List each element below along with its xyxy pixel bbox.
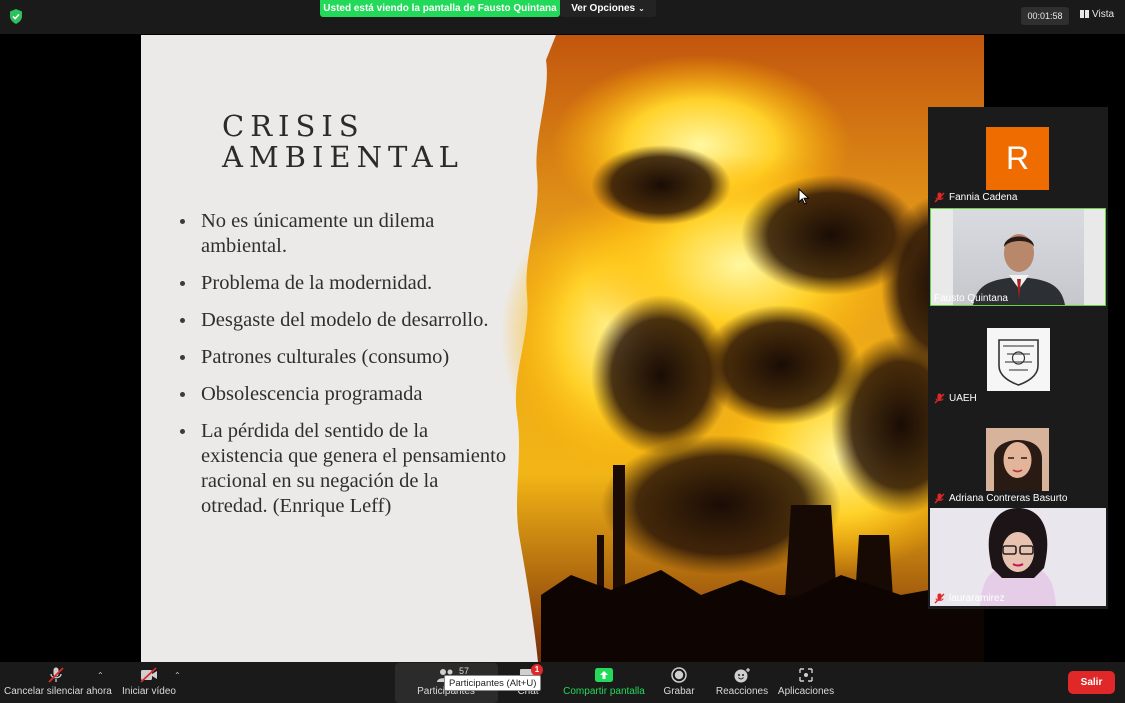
participant-name-text: Fannia Cadena: [949, 192, 1018, 203]
unmute-button[interactable]: Cancelar silenciar ahora: [4, 662, 112, 703]
slide-bullet-text: Obsolescencia programada: [201, 383, 423, 405]
bullet-dot-icon: [180, 392, 185, 397]
person-video-frame: [930, 508, 1106, 606]
participant-tile-active-speaker[interactable]: Fausto Quintana: [930, 208, 1106, 306]
slide-title: CRISIS AMBIENTAL: [222, 111, 552, 173]
slide-bullet-text: No es únicamente un dilema ambiental.: [201, 210, 435, 257]
avatar: R: [986, 127, 1049, 190]
profile-photo: [986, 428, 1049, 491]
mouse-pointer-icon: [798, 188, 810, 205]
participant-name-text: Fausto Quintana: [934, 293, 1008, 304]
participant-name-text: UAEH: [949, 393, 977, 404]
unmute-label: Cancelar silenciar ahora: [4, 686, 112, 697]
start-video-label: Iniciar vídeo: [122, 686, 176, 697]
share-screen-label: Compartir pantalla: [563, 686, 645, 697]
share-screen-button[interactable]: Compartir pantalla: [562, 662, 646, 703]
shared-screen: CRISIS AMBIENTAL No es únicamente un dil…: [141, 35, 984, 662]
share-screen-icon: [595, 668, 613, 682]
mic-muted-icon: [48, 667, 64, 683]
leave-meeting-button[interactable]: Salir: [1068, 671, 1115, 694]
apps-label: Aplicaciones: [777, 686, 835, 697]
chevron-up-icon[interactable]: ⌃: [174, 671, 181, 680]
participant-name: Fausto Quintana: [934, 293, 1008, 304]
view-button[interactable]: Vista: [1080, 9, 1114, 20]
participant-video: [930, 208, 1106, 306]
slide-title-line-1: CRISIS: [222, 109, 365, 143]
video-off-icon: [140, 667, 157, 683]
apps-button[interactable]: Aplicaciones: [776, 662, 836, 703]
record-icon: [671, 667, 687, 683]
participant-name: UAEH: [934, 393, 977, 404]
participant-name: Fannia Cadena: [934, 192, 1017, 203]
record-label: Grabar: [663, 686, 695, 697]
participant-name-text: lauraramirez: [949, 593, 1005, 604]
participant-name-text: Adriana Contreras Basurto: [949, 493, 1068, 504]
bullet-dot-icon: [180, 355, 185, 360]
participant-tile[interactable]: R Fannia Cadena: [930, 107, 1106, 205]
view-options-label: Ver Opciones: [571, 3, 636, 14]
start-video-button[interactable]: Iniciar vídeo: [118, 662, 180, 703]
reactions-label: Reacciones: [715, 686, 769, 697]
bullet-dot-icon: [180, 219, 185, 224]
bullet-dot-icon: [180, 429, 185, 434]
mic-muted-icon: [934, 493, 945, 504]
screen-share-banner: Usted está viendo la pantalla de Fausto …: [320, 0, 560, 17]
chevron-down-icon: ⌄: [638, 4, 645, 13]
bullet-dot-icon: [180, 318, 185, 323]
record-button[interactable]: Grabar: [660, 662, 698, 703]
meeting-timer: 00:01:58: [1021, 7, 1069, 25]
emoji-reaction-icon: [734, 668, 750, 683]
mic-muted-icon: [934, 593, 945, 604]
person-video-frame: [973, 234, 1065, 305]
slide-bullet-text: Problema de la modernidad.: [201, 272, 433, 294]
mic-muted-icon: [934, 393, 945, 404]
view-label: Vista: [1092, 9, 1115, 20]
mic-muted-icon: [934, 192, 945, 203]
view-options-button[interactable]: Ver Opciones ⌄: [560, 0, 656, 17]
bullet-dot-icon: [180, 281, 185, 286]
meeting-toolbar: Cancelar silenciar ahora ⌃ Iniciar vídeo…: [0, 662, 1125, 703]
participant-tile[interactable]: Adriana Contreras Basurto: [930, 408, 1106, 506]
apps-icon: [799, 668, 813, 682]
slide-bullet-list: No es únicamente un dilema ambiental. Pr…: [177, 209, 507, 531]
participant-tile[interactable]: lauraramirez: [930, 508, 1106, 606]
slide-bullet: Problema de la modernidad.: [177, 271, 507, 296]
participant-gallery: R Fannia Cadena Fausto Quintana UAEH Adr…: [928, 107, 1108, 609]
participant-name: Adriana Contreras Basurto: [934, 493, 1067, 504]
top-bar: Usted está viendo la pantalla de Fausto …: [0, 0, 1125, 34]
slide-title-line-2: AMBIENTAL: [222, 140, 464, 174]
slide-bullet: No es únicamente un dilema ambiental.: [177, 209, 507, 259]
uaeh-seal-logo: [987, 328, 1050, 391]
shield-check-icon[interactable]: [9, 9, 23, 24]
participant-video: [930, 508, 1106, 606]
participant-name: lauraramirez: [934, 593, 1005, 604]
slide-content: CRISIS AMBIENTAL No es únicamente un dil…: [141, 35, 984, 662]
grid-icon: [1080, 10, 1089, 18]
slide-bullet-text: Desgaste del modelo de desarrollo.: [201, 309, 489, 331]
chevron-up-icon[interactable]: ⌃: [97, 671, 104, 680]
participants-tooltip: Participantes (Alt+U): [444, 675, 542, 691]
slide-bullet: Desgaste del modelo de desarrollo.: [177, 308, 507, 333]
slide-bullet-text: La pérdida del sentido de la existencia …: [201, 420, 507, 517]
slide-bullet: Obsolescencia programada: [177, 382, 507, 407]
slide-bullet: La pérdida del sentido de la existencia …: [177, 419, 507, 519]
participant-tile[interactable]: UAEH: [930, 308, 1106, 406]
slide-bullet: Patrones culturales (consumo): [177, 345, 507, 370]
slide-bullet-text: Patrones culturales (consumo): [201, 346, 450, 368]
reactions-button[interactable]: Reacciones: [714, 662, 770, 703]
